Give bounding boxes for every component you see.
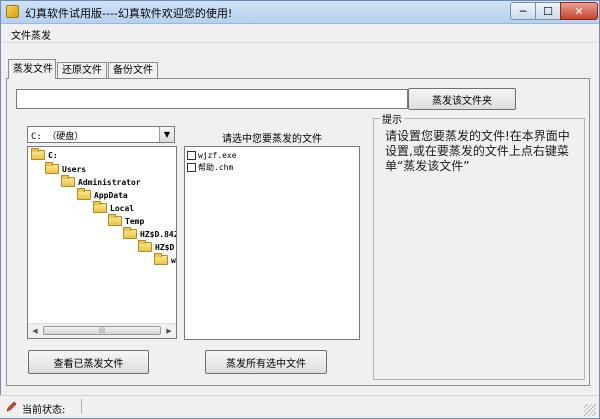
file-list-header: 请选中您要蒸发的文件 [222, 134, 322, 145]
tree-horizontal-scrollbar[interactable]: ◀ ||| ▶ [28, 323, 176, 338]
window-title: 幻真软件试用版----幻真软件欢迎您的使用! [25, 7, 233, 20]
tree-node[interactable]: HZ$D.842 [123, 227, 176, 241]
folder-open-icon [93, 201, 107, 213]
folder-open-icon [108, 214, 122, 226]
minimize-icon: ─ [519, 4, 527, 18]
folder-open-icon [61, 175, 75, 187]
folder-tree[interactable]: C: Users Administrator AppData Local Tem… [27, 146, 177, 339]
minimize-button[interactable]: ─ [510, 2, 536, 20]
evaporate-selected-files-button[interactable]: 蒸发所有选中文件 [205, 350, 327, 374]
status-label: 当前状态: [22, 405, 66, 416]
close-button[interactable]: ✕ [560, 2, 598, 20]
pencil-icon [6, 401, 17, 412]
tree-node[interactable]: Administrator [61, 175, 141, 189]
maximize-icon: ☐ [543, 4, 553, 18]
tab-evaporate-files[interactable]: 蒸发文件 [8, 59, 56, 79]
scroll-left-icon[interactable]: ◀ [28, 324, 42, 338]
chevron-down-icon[interactable]: ▼ [159, 127, 174, 142]
folder-open-icon [154, 253, 168, 265]
evaporate-folder-button[interactable]: 蒸发该文件夹 [408, 88, 516, 110]
status-bar: 当前状态: [0, 395, 598, 418]
folder-path-input[interactable] [16, 89, 408, 109]
close-icon: ✕ [574, 4, 584, 18]
view-evaporated-files-button[interactable]: 查看已蒸发文件 [28, 350, 149, 374]
menu-bar: 文件蒸发 [3, 24, 597, 43]
hint-text: 请设置您要蒸发的文件!在本界面中设置,或在要蒸发的文件上点右键菜单“蒸发该文件” [385, 129, 570, 173]
tree-node[interactable]: C: [31, 148, 58, 162]
file-list[interactable]: wjzf.exe 帮助.chm [184, 146, 360, 340]
tab-restore-files[interactable]: 还原文件 [57, 62, 107, 79]
file-checkbox[interactable] [187, 163, 196, 172]
list-item[interactable]: 帮助.chm [187, 162, 233, 174]
list-item[interactable]: wjzf.exe [187, 150, 237, 162]
file-checkbox[interactable] [187, 151, 196, 160]
tree-node[interactable]: AppData [77, 188, 128, 202]
hint-title: 提示 [380, 111, 404, 126]
folder-open-icon [123, 227, 137, 239]
status-divider [81, 399, 82, 414]
drive-select-value: C: （硬盘） [31, 132, 84, 142]
maximize-button[interactable]: ☐ [535, 2, 561, 20]
folder-open-icon [45, 162, 59, 174]
drive-select[interactable]: C: （硬盘） ▼ [27, 126, 175, 143]
folder-open-icon [31, 148, 45, 160]
title-bar[interactable]: 幻真软件试用版----幻真软件欢迎您的使用! ─ ☐ ✕ [1, 1, 599, 24]
folder-open-icon [138, 240, 152, 252]
tree-node[interactable]: wj [154, 253, 176, 267]
scroll-right-icon[interactable]: ▶ [162, 324, 176, 338]
app-icon [6, 5, 19, 18]
tab-backup-files[interactable]: 备份文件 [108, 62, 158, 79]
menu-item-evaporate[interactable]: 文件蒸发 [11, 27, 51, 42]
folder-open-icon [77, 188, 91, 200]
scrollbar-thumb[interactable]: ||| [43, 326, 161, 335]
resize-grip-icon[interactable] [584, 404, 596, 416]
